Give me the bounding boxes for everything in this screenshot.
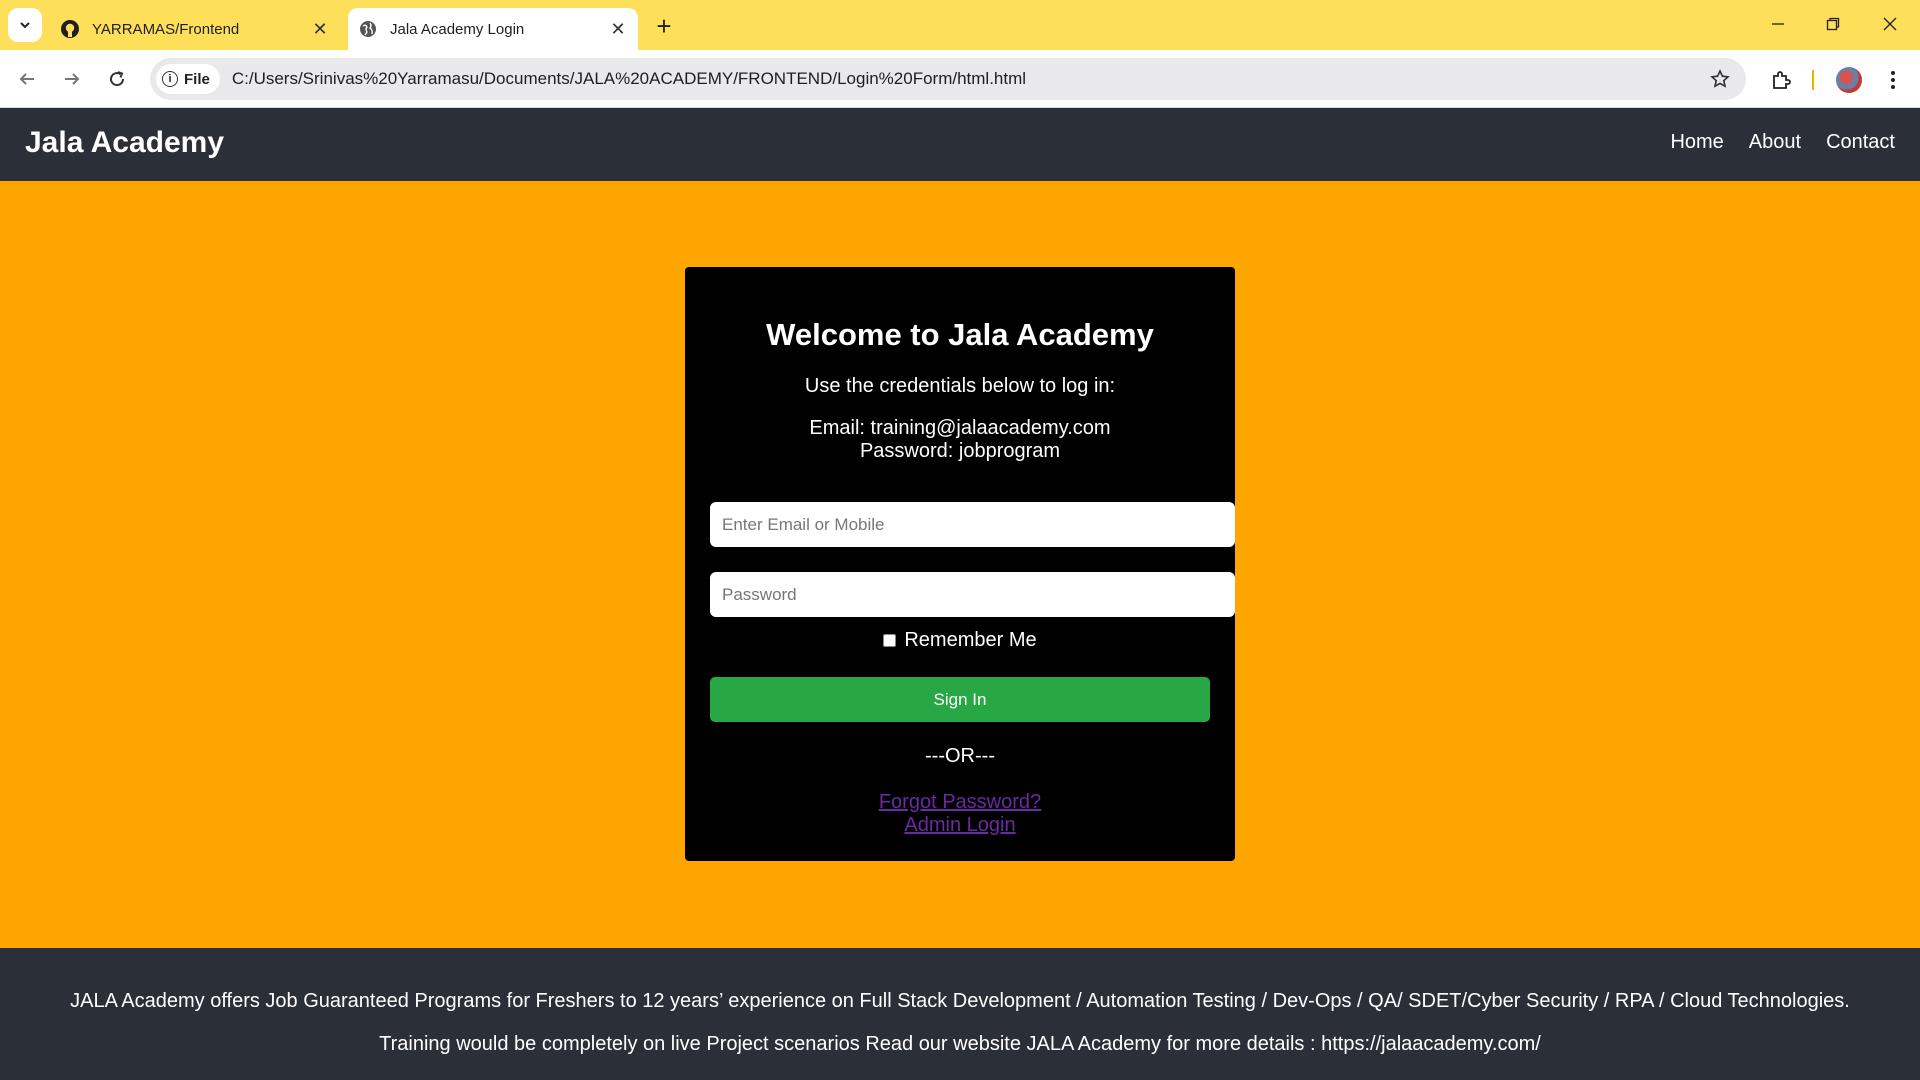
arrow-right-icon [65,73,80,85]
url-text[interactable]: C:/Users/Srinivas%20Yarramasu/Documents/… [232,69,1700,89]
minimize-icon [1772,23,1784,25]
address-bar[interactable]: i File C:/Users/Srinivas%20Yarramasu/Doc… [150,58,1746,100]
more-vertical-icon [1891,71,1895,89]
close-window-button[interactable] [1872,8,1908,40]
close-icon[interactable]: ✕ [308,17,332,41]
page-content: Jala Academy Home About Contact Welcome … [0,109,1920,1080]
puzzle-icon [1773,71,1791,89]
back-button[interactable] [12,64,42,94]
sign-in-button[interactable]: Sign In [710,677,1210,722]
browser-toolbar: i File C:/Users/Srinivas%20Yarramasu/Doc… [0,50,1920,108]
site-nav: Home About Contact [1670,131,1895,154]
remember-me-checkbox[interactable] [883,634,897,647]
reload-button[interactable] [102,64,132,94]
profile-button[interactable] [1833,64,1865,96]
tab-search-button[interactable] [8,8,42,42]
site-header: Jala Academy Home About Contact [0,109,1920,181]
credentials-password: Password: jobprogram [859,440,1061,462]
footer-line-2: Training would be completely on live Pro… [379,1033,1541,1055]
scheme-label: File [184,70,210,88]
password-input[interactable] [710,572,1235,617]
login-instructions: Use the credentials below to log in: [804,375,1116,397]
login-card: Welcome to Jala Academy Use the credenti… [685,267,1235,861]
credentials-info: Email: training@jalaacademy.com Password… [685,417,1235,463]
site-brand[interactable]: Jala Academy [25,126,224,160]
star-icon [1710,69,1730,88]
new-tab-button[interactable]: + [650,11,678,41]
admin-login-link[interactable]: Admin Login [685,814,1235,837]
restore-button[interactable] [1815,8,1851,40]
forgot-password-link[interactable]: Forgot Password? [685,791,1235,814]
minimize-button[interactable] [1760,8,1796,40]
close-icon [1883,17,1897,31]
login-title: Welcome to Jala Academy [766,317,1154,352]
nav-about-link[interactable]: About [1749,131,1801,154]
credentials-email: Email: training@jalaacademy.com [809,417,1111,439]
tab-title: YARRAMAS/Frontend [92,20,240,38]
reload-icon [110,71,125,87]
restore-icon [1826,17,1840,31]
remember-me-label[interactable]: Remember Me [904,629,1036,652]
chevron-down-icon [20,22,30,29]
extensions-button[interactable] [1765,64,1797,96]
toolbar-divider [1812,70,1814,90]
github-icon [60,19,80,39]
footer-line-1: JALA Academy offers Job Guaranteed Progr… [70,990,1850,1012]
arrow-left-icon [19,73,34,85]
browser-tab-bar: YARRAMAS/Frontend ✕ Jala Academy Login ✕… [0,0,1920,50]
nav-contact-link[interactable]: Contact [1826,131,1895,154]
site-info-chip[interactable]: i File [156,64,220,94]
close-icon[interactable]: ✕ [606,17,630,41]
forward-button[interactable] [57,64,87,94]
bookmark-button[interactable] [1700,59,1740,99]
info-icon: i [162,71,178,87]
nav-home-link[interactable]: Home [1670,131,1723,154]
login-links: Forgot Password? Admin Login [685,791,1235,837]
globe-icon [358,19,378,39]
tab-github[interactable]: YARRAMAS/Frontend ✕ [50,8,340,50]
or-divider: ---OR--- [925,745,995,767]
email-input[interactable] [710,502,1235,547]
tab-jala-login[interactable]: Jala Academy Login ✕ [348,8,638,50]
tab-title: Jala Academy Login [390,20,525,38]
remember-me-row: Remember Me [685,629,1235,652]
menu-button[interactable] [1877,64,1909,96]
site-footer: JALA Academy offers Job Guaranteed Progr… [0,948,1920,1080]
avatar [1836,67,1862,93]
